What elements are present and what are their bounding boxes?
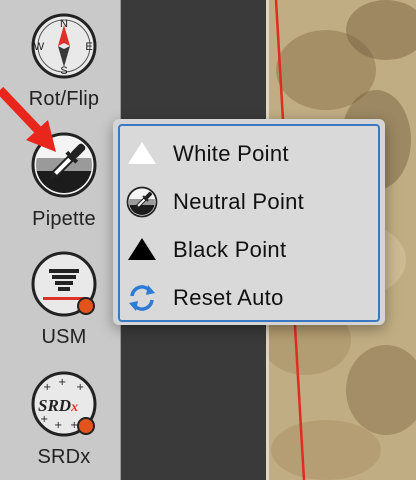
menu-item-label: Reset Auto	[173, 285, 284, 310]
tool-label-srdx: SRDx	[37, 446, 91, 468]
tool-srdx[interactable]: + + + + + + SRDx SRDx	[0, 360, 120, 480]
compass-n-label: N	[60, 18, 68, 30]
usm-icon	[31, 251, 97, 317]
menu-item-black-point[interactable]: Black Point	[120, 226, 378, 274]
svg-text:+: +	[54, 420, 62, 431]
srdx-icon: + + + + + + SRDx	[31, 371, 97, 437]
menu-item-white-point[interactable]: White Point	[120, 130, 378, 178]
white-triangle-icon	[128, 142, 156, 164]
compass-icon: N E S W	[31, 13, 97, 79]
tool-label-usm: USM	[41, 326, 87, 348]
menu-item-neutral-point[interactable]: Neutral Point	[120, 178, 378, 226]
black-triangle-icon	[128, 238, 156, 260]
svg-text:+: +	[76, 382, 84, 393]
menu-item-reset-auto[interactable]: Reset Auto	[120, 274, 378, 322]
svg-text:+: +	[40, 414, 48, 425]
svg-text:+: +	[58, 377, 66, 388]
menu-item-label: White Point	[173, 141, 289, 166]
menu-item-label: Neutral Point	[173, 189, 305, 214]
tool-column: N E S W Rot/Flip Pipette USM + + + + + +…	[0, 0, 121, 480]
reset-arrows-icon	[129, 285, 155, 311]
neutral-pipette-icon	[126, 186, 158, 218]
compass-s-label: S	[60, 65, 67, 77]
red-arrow-icon	[0, 86, 56, 152]
compass-w-label: W	[34, 41, 45, 53]
compass-e-label: E	[85, 41, 92, 53]
menu-list: White Point Neutral Point Black Point Re…	[118, 124, 380, 322]
menu-item-label: Black Point	[173, 237, 287, 262]
context-menu: White Point Neutral Point Black Point Re…	[113, 119, 385, 325]
tool-label-pipette: Pipette	[32, 208, 96, 230]
tool-usm[interactable]: USM	[0, 240, 120, 360]
svg-text:+: +	[43, 382, 51, 393]
